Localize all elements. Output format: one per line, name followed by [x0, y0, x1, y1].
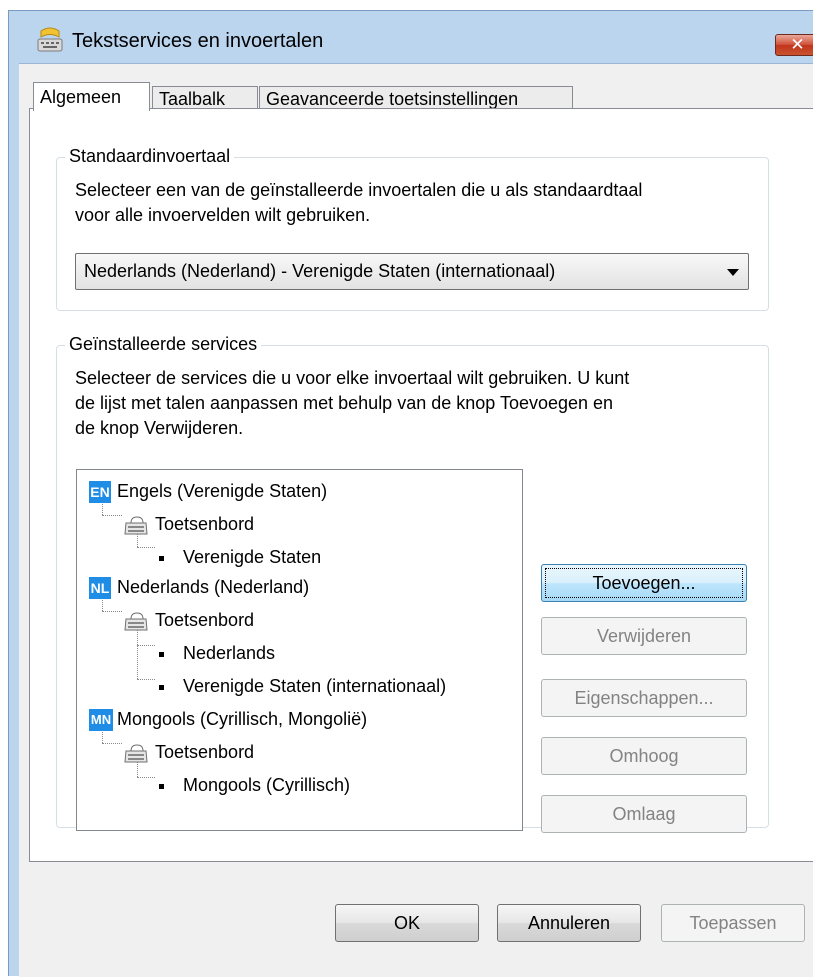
tab-geavanceerde-toetsinstellingen[interactable]: Geavanceerde toetsinstellingen — [259, 86, 573, 110]
tree-category-label: Toetsenbord — [155, 610, 255, 630]
default-language-selected-value: Nederlands (Nederland) - Verenigde State… — [84, 261, 556, 281]
chevron-down-icon — [727, 269, 739, 276]
apply-button[interactable]: Toepassen — [661, 904, 805, 942]
tree-language-label: Mongools (Cyrillisch, Mongolië) — [117, 709, 368, 729]
remove-button[interactable]: Verwijderen — [541, 617, 747, 655]
group-label-default-language: Standaardinvoertaal — [65, 146, 235, 167]
move-down-button[interactable]: Omlaag — [541, 795, 747, 833]
tree-layout-label: Verenigde Staten (internationaal) — [183, 676, 447, 696]
tab-taalbalk[interactable]: Taalbalk — [152, 86, 258, 110]
tree-layout-label: Verenigde Staten — [183, 547, 322, 567]
installed-services-tree[interactable]: EN Engels (Verenigde Staten) Toetsenbord… — [76, 469, 523, 831]
language-code-badge: MN — [89, 709, 113, 731]
bullet-icon — [159, 685, 164, 690]
default-language-desc-line2: voor alle invoervelden wilt gebruiken. — [75, 205, 371, 225]
tab-panel-algemeen: Standaardinvoertaal Selecteer een van de… — [29, 108, 813, 862]
close-button[interactable]: ✕ — [775, 34, 813, 56]
tree-category-label: Toetsenbord — [155, 742, 255, 762]
installed-services-desc-line2: de lijst met talen aanpassen met behulp … — [75, 393, 614, 413]
tree-layout-label: Nederlands — [183, 643, 276, 663]
default-language-description: Selecteer een van de geïnstalleerde invo… — [75, 178, 754, 228]
add-button[interactable]: Toevoegen... — [541, 564, 747, 602]
dialog-client-area: Algemeen Taalbalk Geavanceerde toetsinst… — [19, 63, 813, 977]
default-language-desc-line1: Selecteer een van de geïnstalleerde invo… — [75, 180, 643, 200]
groupbox-installed-services: Geïnstalleerde services Selecteer de ser… — [56, 334, 769, 833]
bullet-icon — [159, 784, 164, 789]
keyboard-icon — [124, 744, 148, 763]
keyboard-icon — [124, 516, 148, 535]
installed-services-desc-line3: de knop Verwijderen. — [75, 418, 244, 438]
bullet-icon — [159, 652, 164, 657]
language-code-badge: NL — [89, 577, 111, 599]
bullet-icon — [159, 556, 164, 561]
language-code-badge: EN — [89, 481, 111, 503]
window-title: Tekstservices en invoertalen — [72, 30, 324, 52]
tab-algemeen[interactable]: Algemeen — [33, 82, 150, 111]
properties-button[interactable]: Eigenschappen... — [541, 679, 747, 717]
tree-layout-label: Mongools (Cyrillisch) — [183, 775, 351, 795]
group-label-installed-services: Geïnstalleerde services — [65, 334, 262, 355]
ok-button[interactable]: OK — [335, 904, 479, 942]
cancel-button[interactable]: Annuleren — [497, 904, 641, 942]
installed-services-desc-line1: Selecteer de services die u voor elke in… — [75, 368, 630, 388]
tree-language-label: Engels (Verenigde Staten) — [117, 481, 328, 501]
keyboard-icon — [124, 612, 148, 631]
tree-language-label: Nederlands (Nederland) — [117, 577, 310, 597]
default-language-dropdown[interactable]: Nederlands (Nederland) - Verenigde State… — [75, 253, 749, 290]
tree-category-label: Toetsenbord — [155, 514, 255, 534]
installed-services-description: Selecteer de services die u voor elke in… — [75, 366, 754, 441]
groupbox-default-language: Standaardinvoertaal Selecteer een van de… — [56, 146, 769, 311]
text-services-icon — [37, 27, 63, 52]
move-up-button[interactable]: Omhoog — [541, 737, 747, 775]
